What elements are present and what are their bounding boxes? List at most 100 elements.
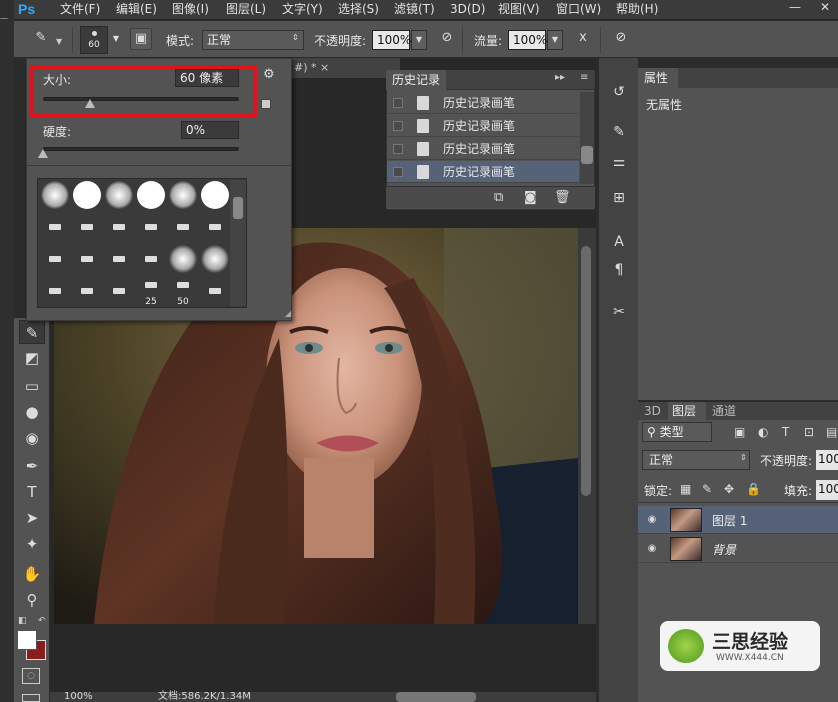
menu-3d[interactable]: 3D(D) xyxy=(450,0,485,20)
clone-source-icon[interactable]: ⊞ xyxy=(605,186,633,210)
default-colors-icon[interactable]: ◧ xyxy=(18,616,27,626)
panel-collapse-icon[interactable]: ▸▸ xyxy=(555,72,565,83)
new-preset-icon[interactable] xyxy=(261,99,271,109)
custom-shape-tool-icon[interactable]: ✦ xyxy=(19,532,45,556)
opacity-input[interactable]: 100% xyxy=(372,30,411,50)
layer-name[interactable]: 图层 1 xyxy=(712,512,747,529)
resize-grip-icon[interactable]: ◢ xyxy=(285,309,291,318)
properties-tab[interactable]: 属性 xyxy=(638,68,678,88)
history-item[interactable]: 历史记录画笔 xyxy=(387,115,579,137)
tab-3d[interactable]: 3D xyxy=(640,402,661,420)
close-button[interactable]: ✕ xyxy=(812,0,838,20)
path-selection-tool-icon[interactable]: ➤ xyxy=(19,506,45,530)
brush-tip-soft-round[interactable] xyxy=(104,181,134,209)
status-zoom[interactable]: 100% xyxy=(64,692,93,702)
history-item[interactable]: 历史记录画笔 xyxy=(387,92,579,114)
menu-help[interactable]: 帮助(H) xyxy=(616,0,658,20)
document-tab[interactable]: #) * × xyxy=(290,58,400,78)
brush-tip-bristle[interactable] xyxy=(104,245,134,273)
brush-tip-bristle[interactable] xyxy=(136,245,166,273)
layer-opacity-input[interactable]: 100 xyxy=(816,450,838,470)
blur-tool-icon[interactable]: ● xyxy=(19,400,45,424)
brush-tip-bristle[interactable] xyxy=(40,213,70,241)
history-item[interactable]: 历史记录画笔 xyxy=(387,138,579,160)
brush-tip-bristle[interactable] xyxy=(72,245,102,273)
flow-arrow-icon[interactable]: ▼ xyxy=(547,30,563,50)
brush-panel-toggle-icon[interactable]: ▣ xyxy=(130,28,152,50)
brush-tip-hard-round[interactable] xyxy=(136,181,166,209)
lock-all-icon[interactable]: 🔒 xyxy=(746,482,761,496)
quick-mask-icon[interactable]: ◌ xyxy=(22,668,40,684)
history-panel-icon[interactable]: ↺ xyxy=(605,80,633,104)
brush-tip-bristle[interactable] xyxy=(136,213,166,241)
smart-object-filter-icon[interactable]: ▤ xyxy=(826,425,837,439)
layer-name[interactable]: 背景 xyxy=(712,541,736,558)
eraser-tool-icon[interactable]: ◩ xyxy=(19,346,45,370)
paragraph-panel-icon[interactable]: ¶ xyxy=(605,258,633,282)
gradient-tool-icon[interactable]: ▭ xyxy=(19,374,45,398)
new-document-from-state-icon[interactable]: ⧉ xyxy=(494,190,503,205)
history-source-checkbox[interactable] xyxy=(393,98,403,108)
pen-tool-icon[interactable]: ✒ xyxy=(19,454,45,478)
tab-layers[interactable]: 图层 xyxy=(668,402,706,420)
foreground-color-swatch[interactable] xyxy=(17,630,37,650)
layer-row[interactable]: ◉ 背景 xyxy=(638,535,838,563)
brush-tip-soft-round[interactable] xyxy=(40,181,70,209)
pressure-opacity-icon[interactable]: ⊘ xyxy=(436,28,458,50)
brush-tip-bristle[interactable] xyxy=(200,213,230,241)
history-source-checkbox[interactable] xyxy=(393,144,403,154)
brush-picker-arrow-icon[interactable]: ▼ xyxy=(108,30,124,50)
trash-icon[interactable]: 🗑 xyxy=(554,190,571,205)
menu-layer[interactable]: 图层(L) xyxy=(226,0,266,20)
brush-panel-icon[interactable]: ✎ xyxy=(605,120,633,144)
history-tab[interactable]: 历史记录 xyxy=(386,70,446,90)
brush-tip-bristle[interactable] xyxy=(40,245,70,273)
panel-menu-icon[interactable]: ≡ xyxy=(580,72,588,83)
menu-edit[interactable]: 编辑(E) xyxy=(116,0,157,20)
lock-transparent-icon[interactable]: ▦ xyxy=(680,482,691,496)
history-item-selected[interactable]: 历史记录画笔 xyxy=(387,161,579,183)
visibility-eye-icon[interactable]: ◉ xyxy=(646,514,658,526)
zoom-tool-icon[interactable]: ⚲ xyxy=(19,588,45,612)
menu-image[interactable]: 图像(I) xyxy=(172,0,209,20)
horizontal-scroll-thumb[interactable] xyxy=(396,692,476,702)
brush-grid-scroll-thumb[interactable] xyxy=(233,197,243,219)
brush-tip-soft-round[interactable] xyxy=(168,245,198,273)
type-tool-icon[interactable]: T xyxy=(19,480,45,504)
brush-presets-icon[interactable]: ⚌ xyxy=(605,150,633,174)
tool-presets-icon[interactable]: ✂ xyxy=(605,300,633,324)
history-source-checkbox[interactable] xyxy=(393,167,403,177)
brush-tip-bristle[interactable] xyxy=(72,277,102,305)
minimize-button[interactable]: — xyxy=(785,0,805,20)
menu-filter[interactable]: 滤镜(T) xyxy=(394,0,435,20)
brush-tip-hard-round[interactable] xyxy=(72,181,102,209)
brush-tip-fan[interactable] xyxy=(168,213,198,241)
brush-preset-picker[interactable]: 60 xyxy=(80,26,108,54)
history-source-checkbox[interactable] xyxy=(393,121,403,131)
canvas-scroll-thumb[interactable] xyxy=(581,246,591,496)
brush-tip-bristle[interactable] xyxy=(104,277,134,305)
lock-position-icon[interactable]: ✥ xyxy=(724,482,734,496)
mode-select[interactable]: 正常 xyxy=(202,30,304,50)
hardness-slider-track[interactable] xyxy=(43,147,239,151)
brush-tip-bristle[interactable] xyxy=(40,277,70,305)
brush-tip-soft-round[interactable] xyxy=(168,181,198,209)
brush-tip-soft-round[interactable] xyxy=(200,245,230,273)
menu-select[interactable]: 选择(S) xyxy=(338,0,379,20)
brush-tip-bristle[interactable] xyxy=(200,277,230,305)
flow-input[interactable]: 100% xyxy=(508,30,547,50)
dodge-tool-icon[interactable]: ◉ xyxy=(19,426,45,450)
tab-channels[interactable]: 通道 xyxy=(708,402,736,420)
hand-tool-icon[interactable]: ✋ xyxy=(19,562,45,586)
type-filter-icon[interactable]: T xyxy=(782,425,789,439)
brush-tip-bristle[interactable] xyxy=(72,213,102,241)
brush-tip-bristle[interactable] xyxy=(104,213,134,241)
menu-file[interactable]: 文件(F) xyxy=(60,0,100,20)
character-panel-icon[interactable]: A xyxy=(605,230,633,254)
blend-mode-select[interactable]: 正常 xyxy=(642,450,750,470)
pressure-size-icon[interactable]: ⊘ xyxy=(610,28,632,50)
layer-row-selected[interactable]: ◉ 图层 1 xyxy=(638,506,838,534)
opacity-arrow-icon[interactable]: ▼ xyxy=(411,30,427,50)
history-scroll-thumb[interactable] xyxy=(581,146,593,164)
airbrush-icon[interactable]: ⅹ xyxy=(572,28,594,50)
